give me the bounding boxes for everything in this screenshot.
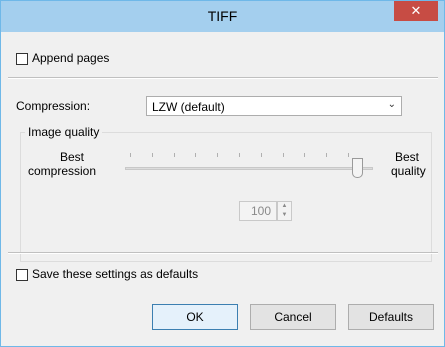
save-defaults-checkbox[interactable]	[16, 269, 28, 281]
slider-tick	[283, 153, 284, 157]
title-bar[interactable]: TIFF ✕	[1, 1, 444, 32]
dialog-title: TIFF	[207, 8, 238, 24]
cancel-button[interactable]: Cancel	[250, 304, 336, 330]
append-pages-checkbox[interactable]	[16, 53, 28, 65]
slider-tick	[304, 153, 305, 157]
image-quality-label: Image quality	[25, 125, 103, 139]
compression-value: LZW (default)	[152, 100, 225, 114]
save-defaults-label[interactable]: Save these settings as defaults	[32, 267, 198, 281]
quality-slider-track[interactable]	[125, 167, 373, 170]
spin-down-icon[interactable]: ▼	[278, 211, 291, 220]
slider-tick	[239, 153, 240, 157]
slider-tick	[348, 153, 349, 157]
close-button[interactable]: ✕	[394, 1, 438, 21]
spin-up-icon[interactable]: ▲	[278, 202, 291, 211]
slider-tick	[326, 153, 327, 157]
append-pages-label[interactable]: Append pages	[32, 51, 109, 65]
separator-top	[8, 77, 438, 79]
best-quality-label-line1: Best	[395, 150, 420, 164]
quality-value-input[interactable]: 100	[239, 201, 277, 221]
slider-tick	[261, 153, 262, 157]
chevron-down-icon: ⌄	[387, 99, 396, 110]
best-compression-label-line2: compression	[28, 164, 97, 178]
slider-tick	[195, 153, 196, 157]
close-icon: ✕	[410, 3, 422, 18]
best-compression-label-line1: Best	[60, 150, 85, 164]
best-quality-label-line2: quality	[391, 164, 426, 178]
quality-slider-thumb[interactable]	[352, 158, 363, 178]
defaults-button[interactable]: Defaults	[348, 304, 434, 330]
compression-select[interactable]: LZW (default) ⌄	[146, 96, 402, 116]
ok-button[interactable]: OK	[152, 304, 238, 330]
slider-tick	[152, 153, 153, 157]
slider-tick	[174, 153, 175, 157]
separator-bottom	[8, 252, 438, 254]
slider-tick	[217, 153, 218, 157]
slider-tick	[130, 153, 131, 157]
quality-spinner[interactable]: ▲ ▼	[277, 201, 292, 221]
dialog-body: Append pages Compression: LZW (default) …	[8, 32, 438, 341]
tiff-dialog: TIFF ✕ Append pages Compression: LZW (de…	[0, 0, 445, 347]
compression-label: Compression:	[16, 99, 91, 113]
